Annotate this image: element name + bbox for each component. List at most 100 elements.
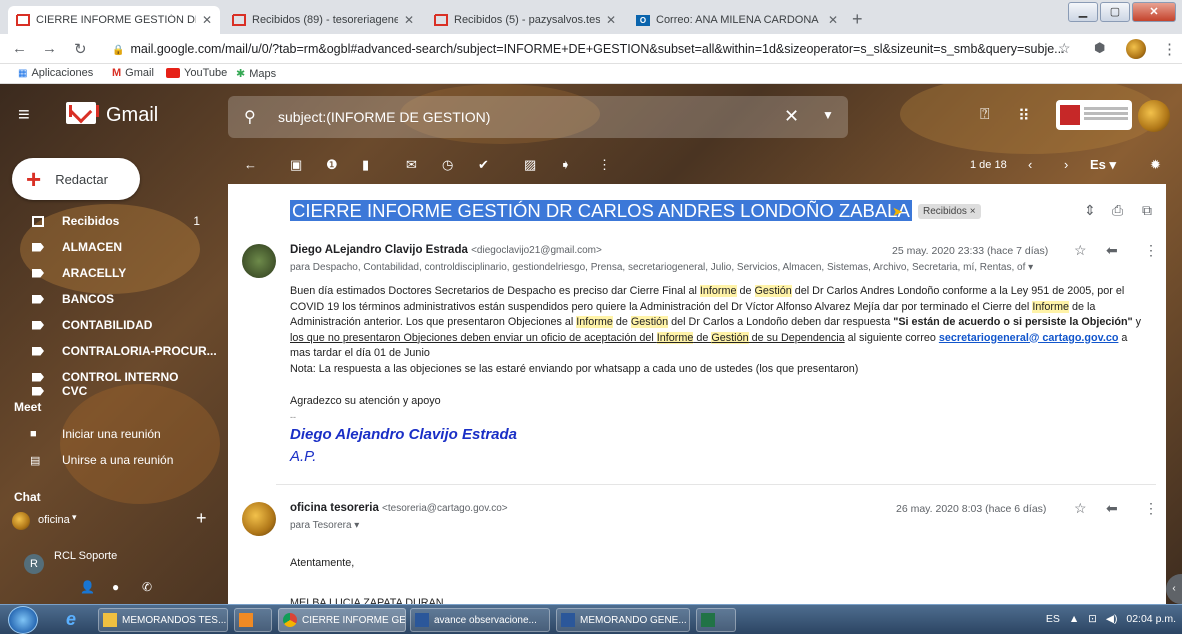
search-input[interactable] bbox=[278, 104, 758, 130]
side-panel-toggle[interactable]: ‹ bbox=[1166, 574, 1182, 604]
forward-icon[interactable]: → bbox=[42, 40, 57, 57]
extension-icon[interactable]: ⬢ bbox=[1094, 40, 1105, 56]
reply-icon[interactable]: ⬅ bbox=[1106, 242, 1118, 259]
apps-grid-icon[interactable]: ⠿ bbox=[1018, 106, 1030, 126]
show-hidden-icons-icon[interactable]: ▲ bbox=[1069, 613, 1079, 625]
taskbar-word-memorando[interactable]: MEMORANDO GENE... bbox=[556, 608, 690, 632]
start-meeting-item[interactable]: ■ Iniciar una reunión bbox=[0, 422, 220, 448]
email-thread: CIERRE INFORME GESTIÓN DR CARLOS ANDRES … bbox=[228, 184, 1166, 604]
new-tab-button[interactable]: + bbox=[852, 9, 863, 30]
recipients-line[interactable]: para Tesorera ▾ bbox=[290, 520, 359, 531]
chat-user[interactable]: oficina ▾ + bbox=[12, 508, 222, 532]
organization-logo[interactable] bbox=[1056, 100, 1132, 130]
start-button[interactable] bbox=[8, 606, 38, 634]
browser-menu-icon[interactable]: ⋮ bbox=[1162, 40, 1177, 58]
sidebar-item-aracelly[interactable]: ARACELLY bbox=[0, 260, 220, 286]
tab-title: Correo: ANA MILENA CARDONA bbox=[656, 14, 819, 26]
search-highlight: Informe bbox=[699, 285, 737, 297]
sidebar-item-contabilidad[interactable]: CONTABILIDAD bbox=[0, 312, 220, 338]
star-icon[interactable]: ☆ bbox=[1074, 500, 1087, 517]
tab-recibidos-tesoreria[interactable]: Recibidos (89) - tesoreriageneral ✕ bbox=[224, 6, 422, 34]
mark-unread-icon[interactable]: ✉ bbox=[406, 157, 417, 173]
sender-line: Diego ALejandro Clavijo Estrada <diegocl… bbox=[290, 244, 602, 256]
sender-name[interactable]: Diego ALejandro Clavijo Estrada bbox=[290, 244, 468, 256]
archive-icon[interactable]: ▣ bbox=[290, 157, 302, 173]
older-icon[interactable]: › bbox=[1064, 157, 1068, 172]
add-to-tasks-icon[interactable]: ✔ bbox=[478, 157, 489, 173]
label-icon bbox=[32, 242, 44, 252]
reply-icon[interactable]: ⬅ bbox=[1106, 500, 1118, 517]
snooze-icon[interactable]: ◷ bbox=[442, 157, 453, 173]
back-icon[interactable]: ← bbox=[12, 40, 27, 57]
sender-name[interactable]: oficina tesoreria bbox=[290, 502, 379, 514]
bookmark-apps[interactable]: ▦ Aplicaciones bbox=[18, 67, 93, 79]
tab-recibidos-pazysalvos[interactable]: Recibidos (5) - pazysalvos.tesore ✕ bbox=[426, 6, 624, 34]
move-to-icon[interactable]: ▨ bbox=[524, 157, 536, 173]
inbox-label-chip[interactable]: Recibidos × bbox=[918, 204, 981, 219]
chat-contact[interactable]: R RCL Soporte bbox=[24, 550, 214, 574]
help-icon[interactable]: ⍰ bbox=[980, 106, 990, 124]
close-tab-icon[interactable]: ✕ bbox=[828, 13, 838, 27]
chat-bubble-icon[interactable]: ● bbox=[112, 580, 119, 594]
main-menu-icon[interactable]: ≡ bbox=[18, 104, 30, 127]
add-chat-icon[interactable]: + bbox=[196, 508, 207, 529]
close-tab-icon[interactable]: ✕ bbox=[404, 13, 414, 27]
compose-button[interactable]: + Redactar bbox=[12, 158, 140, 200]
recipients-line[interactable]: para Despacho, Contabilidad, controldisc… bbox=[290, 262, 1033, 273]
clock[interactable]: 02:04 p.m. bbox=[1126, 613, 1176, 625]
report-spam-icon[interactable]: ❶ bbox=[326, 157, 338, 173]
clear-search-icon[interactable]: ✕ bbox=[784, 106, 799, 127]
taskbar-media[interactable] bbox=[234, 608, 272, 632]
taskbar-excel[interactable] bbox=[696, 608, 736, 632]
account-avatar[interactable] bbox=[1138, 100, 1170, 132]
close-tab-icon[interactable]: ✕ bbox=[202, 13, 212, 27]
more-options-icon[interactable]: ⋮ bbox=[598, 157, 611, 173]
bookmark-maps[interactable]: ✱ Maps bbox=[236, 67, 276, 81]
join-meeting-item[interactable]: ▤ Unirse a una reunión bbox=[0, 448, 220, 474]
profile-avatar[interactable] bbox=[1126, 39, 1146, 59]
search-icon[interactable]: ⚲ bbox=[244, 107, 256, 127]
sidebar-item-contraloria[interactable]: CONTRALORIA-PROCUR... bbox=[0, 338, 220, 364]
input-tools-button[interactable]: Es ▾ bbox=[1090, 157, 1116, 173]
gmail-logo-icon[interactable] bbox=[66, 102, 99, 124]
delete-icon[interactable]: ▮ bbox=[362, 157, 369, 173]
maximize-button[interactable]: ▢ bbox=[1100, 2, 1130, 22]
tab-correo-outlook[interactable]: O Correo: ANA MILENA CARDONA ✕ bbox=[628, 6, 846, 34]
settings-gear-icon[interactable]: ✹ bbox=[1150, 157, 1161, 173]
open-new-window-icon[interactable]: ⧉ bbox=[1142, 202, 1152, 219]
internet-explorer-icon[interactable]: e bbox=[66, 609, 76, 630]
reload-icon[interactable]: ↻ bbox=[74, 40, 87, 58]
bookmark-youtube[interactable]: YouTube bbox=[166, 67, 227, 79]
labels-icon[interactable]: ➧ bbox=[560, 157, 571, 173]
email-link[interactable]: secretariogeneral@ cartago.gov.co bbox=[939, 332, 1119, 344]
expand-all-icon[interactable]: ⇕ bbox=[1084, 202, 1096, 219]
message-more-icon[interactable]: ⋮ bbox=[1144, 500, 1158, 517]
star-icon[interactable]: ☆ bbox=[1074, 242, 1087, 259]
sidebar-item-cvc[interactable]: CVC bbox=[0, 384, 220, 398]
sidebar-item-bancos[interactable]: BANCOS bbox=[0, 286, 220, 312]
taskbar-chrome[interactable]: CIERRE INFORME GE... bbox=[278, 608, 406, 632]
chat-person-icon[interactable]: 👤 bbox=[80, 580, 95, 594]
back-to-list-icon[interactable]: ← bbox=[244, 157, 257, 172]
importance-marker-icon[interactable]: ➤ bbox=[892, 204, 903, 220]
network-icon[interactable]: ⊡ bbox=[1088, 613, 1097, 625]
taskbar-memorandos[interactable]: MEMORANDOS TES... bbox=[98, 608, 228, 632]
taskbar-word-avance[interactable]: avance observacione... bbox=[410, 608, 550, 632]
language-indicator[interactable]: ES bbox=[1046, 613, 1060, 625]
bookmark-gmail[interactable]: M Gmail bbox=[112, 67, 154, 79]
window-close-button[interactable]: ✕ bbox=[1132, 2, 1176, 22]
chevron-down-icon: ▾ bbox=[72, 512, 77, 522]
print-icon[interactable]: ⎙ bbox=[1112, 202, 1123, 219]
sidebar-item-almacen[interactable]: ALMACEN bbox=[0, 234, 220, 260]
close-tab-icon[interactable]: ✕ bbox=[606, 13, 616, 27]
search-options-icon[interactable]: ▼ bbox=[822, 108, 834, 122]
volume-icon[interactable]: ◀) bbox=[1106, 613, 1118, 625]
phone-icon[interactable]: ✆ bbox=[142, 580, 152, 594]
minimize-button[interactable]: ▁ bbox=[1068, 2, 1098, 22]
sidebar-item-recibidos[interactable]: Recibidos 1 bbox=[0, 208, 220, 234]
star-icon[interactable]: ☆ bbox=[1058, 40, 1071, 57]
message-more-icon[interactable]: ⋮ bbox=[1144, 242, 1158, 259]
newer-icon[interactable]: ‹ bbox=[1028, 157, 1032, 172]
url-field[interactable]: 🔒 mail.google.com/mail/u/0/?tab=rm&ogbl#a… bbox=[112, 38, 1090, 60]
tab-cierre-informe[interactable]: CIERRE INFORME GESTIÓN DR C ✕ bbox=[8, 6, 220, 34]
